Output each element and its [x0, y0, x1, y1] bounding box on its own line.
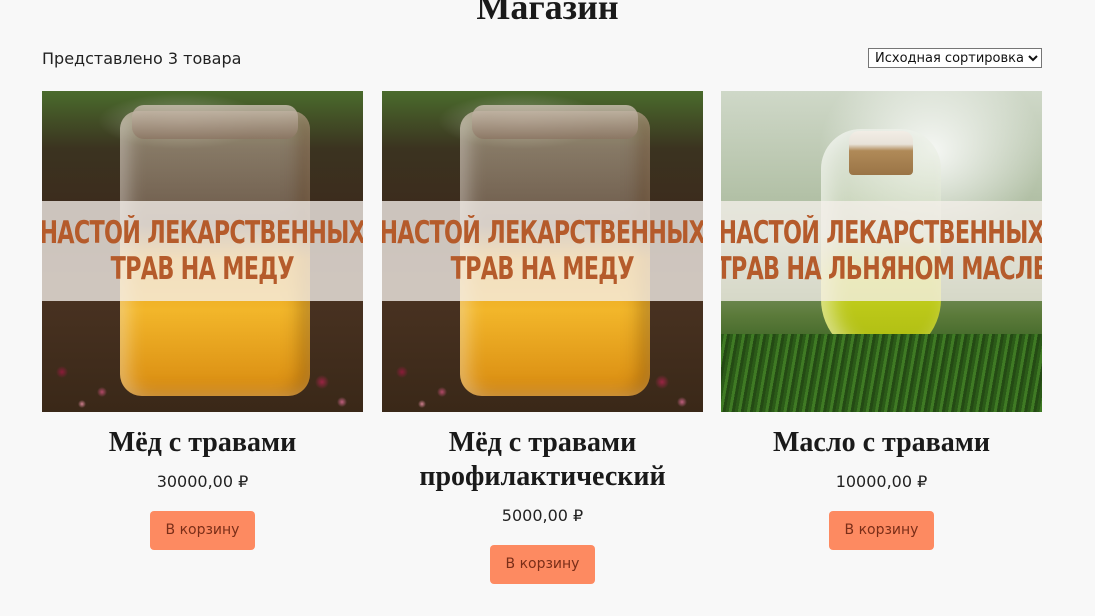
product-card: НАСТОЙ ЛЕКАРСТВЕННЫХ ТРАВ НА МЕДУ Мёд с …	[42, 91, 363, 550]
result-count: Представлено 3 товара	[42, 49, 242, 68]
product-image[interactable]: НАСТОЙ ЛЕКАРСТВЕННЫХ ТРАВ НА ЛЬНЯНОМ МАС…	[721, 91, 1042, 412]
sort-select[interactable]: Исходная сортировка	[868, 48, 1042, 68]
add-to-cart-button[interactable]: В корзину	[489, 545, 596, 584]
product-price: 10000,00 ₽	[835, 472, 928, 491]
product-title[interactable]: Масло с травами	[721, 426, 1042, 460]
product-image[interactable]: НАСТОЙ ЛЕКАРСТВЕННЫХ ТРАВ НА МЕДУ	[382, 91, 703, 412]
product-price: 5000,00 ₽	[501, 506, 584, 525]
product-card: НАСТОЙ ЛЕКАРСТВЕННЫХ ТРАВ НА МЕДУ Мёд с …	[382, 91, 703, 584]
product-card: НАСТОЙ ЛЕКАРСТВЕННЫХ ТРАВ НА ЛЬНЯНОМ МАС…	[721, 91, 1042, 550]
banner-line-2: ТРАВ НА ЛЬНЯНОМ МАСЛЕ	[721, 251, 1042, 287]
banner-line-1: НАСТОЙ ЛЕКАРСТВЕННЫХ	[721, 215, 1042, 251]
rose-petals-decoration	[382, 352, 703, 412]
product-price: 30000,00 ₽	[156, 472, 249, 491]
product-title[interactable]: Мёд с травами профилактический	[382, 426, 703, 494]
product-image-banner: НАСТОЙ ЛЕКАРСТВЕННЫХ ТРАВ НА МЕДУ	[42, 201, 363, 301]
banner-line-2: ТРАВ НА МЕДУ	[110, 251, 295, 287]
banner-line-1: НАСТОЙ ЛЕКАРСТВЕННЫХ	[42, 215, 363, 251]
product-image-banner: НАСТОЙ ЛЕКАРСТВЕННЫХ ТРАВ НА ЛЬНЯНОМ МАС…	[721, 201, 1042, 301]
product-title[interactable]: Мёд с травами	[42, 426, 363, 460]
add-to-cart-button[interactable]: В корзину	[828, 511, 935, 550]
product-image-banner: НАСТОЙ ЛЕКАРСТВЕННЫХ ТРАВ НА МЕДУ	[382, 201, 703, 301]
banner-line-2: ТРАВ НА МЕДУ	[450, 251, 635, 287]
moss-decoration	[721, 334, 1042, 412]
rose-petals-decoration	[42, 352, 363, 412]
banner-line-1: НАСТОЙ ЛЕКАРСТВЕННЫХ	[382, 215, 703, 251]
add-to-cart-button[interactable]: В корзину	[149, 511, 256, 550]
page-title: Магазин	[476, 0, 619, 27]
bottle-cork-icon	[849, 131, 913, 175]
product-image[interactable]: НАСТОЙ ЛЕКАРСТВЕННЫХ ТРАВ НА МЕДУ	[42, 91, 363, 412]
